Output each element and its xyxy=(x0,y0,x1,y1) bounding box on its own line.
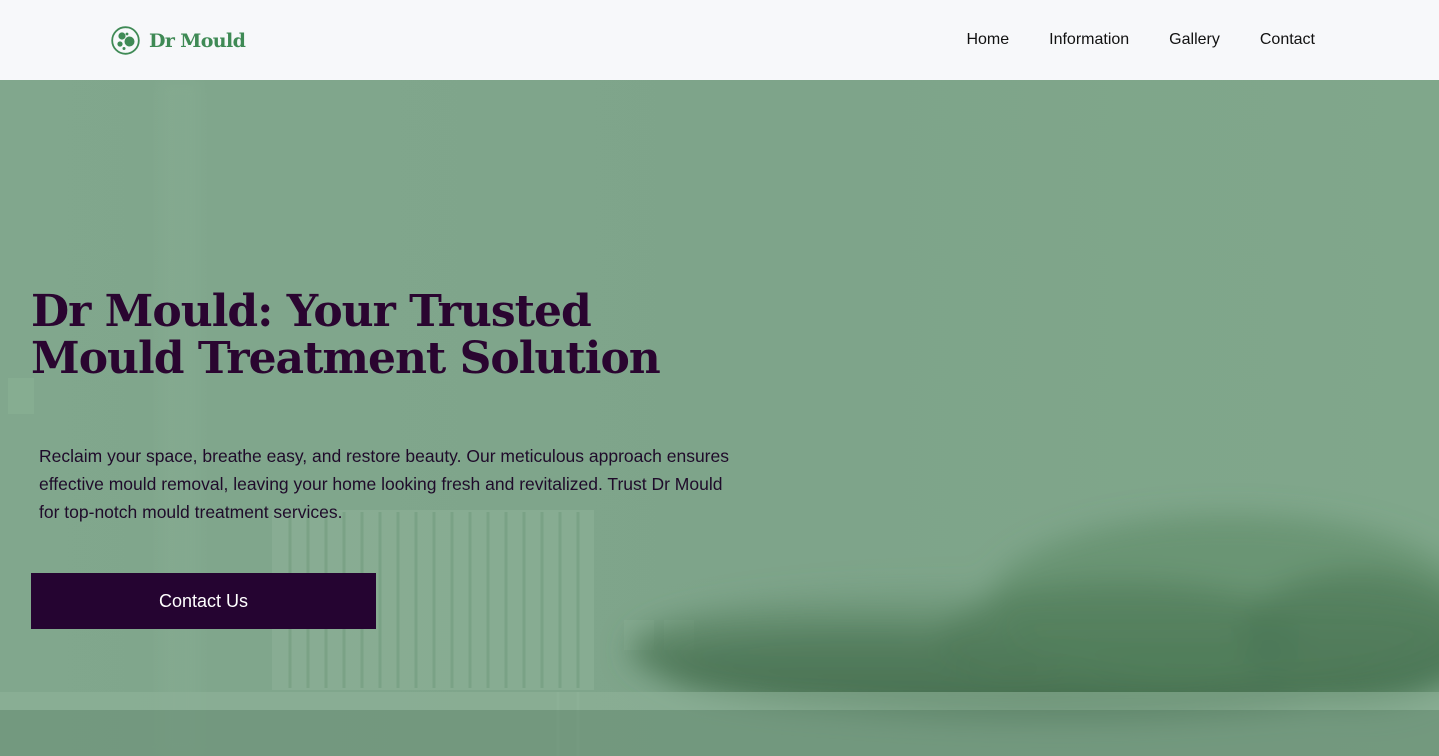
hero-section: Dr Mould: Your Trusted Mould Treatment S… xyxy=(0,80,1439,756)
mould-spores-icon xyxy=(111,26,140,55)
brand-name: Dr Mould xyxy=(149,29,246,52)
site-header: Dr Mould Home Information Gallery Contac… xyxy=(0,0,1439,80)
nav-contact[interactable]: Contact xyxy=(1260,31,1315,49)
hero-title: Dr Mould: Your Trusted Mould Treatment S… xyxy=(31,286,661,384)
nav-home[interactable]: Home xyxy=(966,31,1009,49)
main-nav: Home Information Gallery Contact xyxy=(966,31,1315,49)
hero-description: Reclaim your space, breathe easy, and re… xyxy=(39,446,729,522)
contact-us-button[interactable]: Contact Us xyxy=(31,573,376,629)
nav-information[interactable]: Information xyxy=(1049,31,1129,49)
logo[interactable]: Dr Mould xyxy=(111,26,246,55)
hero-background-image xyxy=(0,80,1439,756)
nav-gallery[interactable]: Gallery xyxy=(1169,31,1220,49)
